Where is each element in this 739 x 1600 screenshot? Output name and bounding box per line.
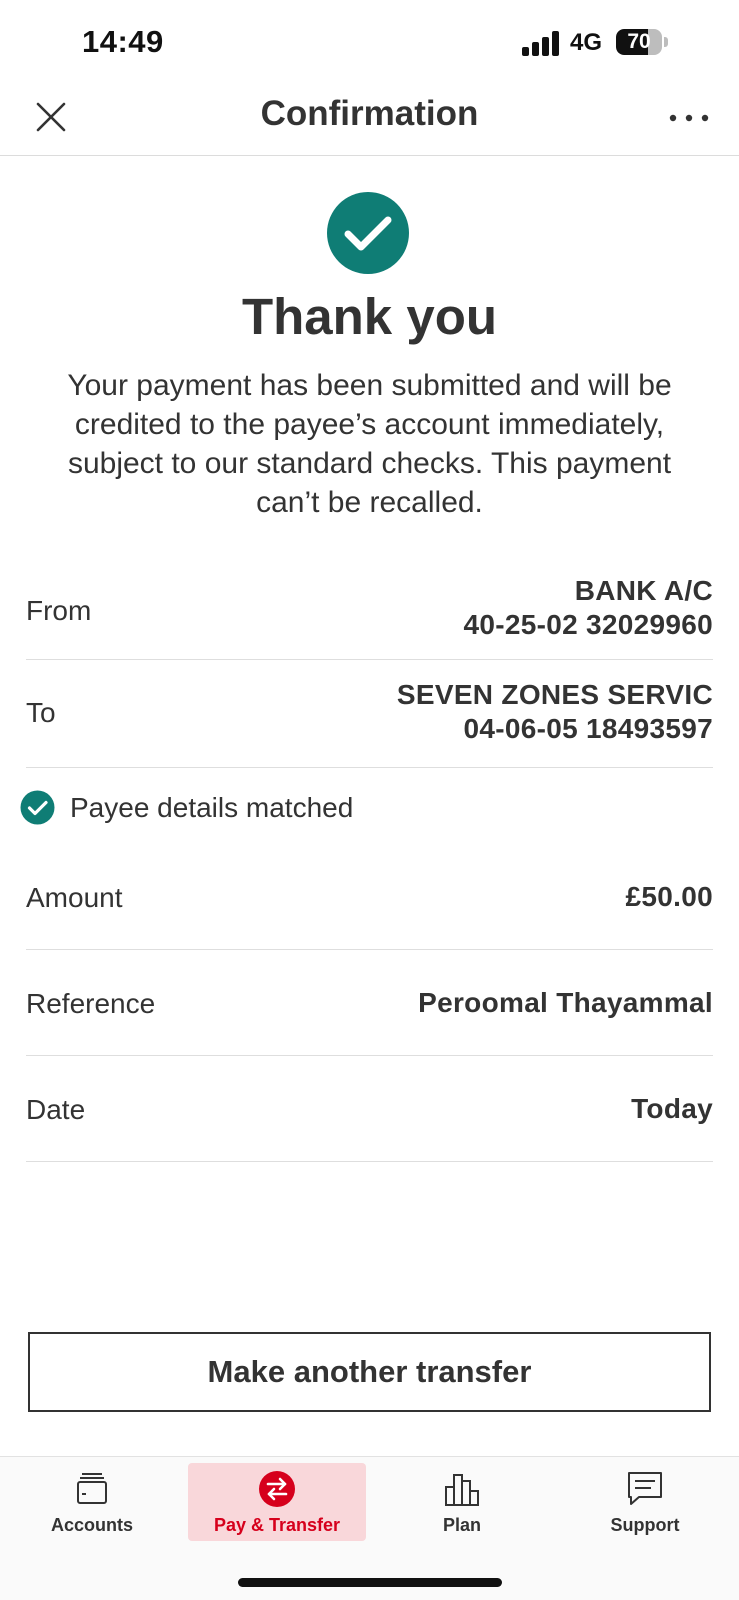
nav-support[interactable]: Support [556,1463,734,1541]
nav-accounts-label: Accounts [50,1515,133,1535]
chat-icon [628,1472,662,1505]
amount-row: Amount £50.00 [26,848,713,950]
from-account-number: 40-25-02 32029960 [463,609,713,640]
transfer-icon [259,1471,295,1507]
date-label: Date [26,1094,86,1125]
nav-pay-transfer-label: Pay & Transfer [213,1515,341,1535]
from-account-name: BANK A/C [574,575,713,606]
wallet-icon [77,1473,107,1504]
make-another-transfer-button[interactable]: Make another transfer [28,1332,711,1412]
battery-icon: 70 [616,29,662,55]
more-options-button[interactable] [664,100,714,136]
to-payee-name: SEVEN ZONES SERVIC [396,679,713,710]
thank-you-heading: Thank you [241,288,498,345]
from-label: From [26,595,92,626]
date-row: Date Today [26,1056,713,1162]
network-type: 4G [570,29,603,56]
to-account-number: 04-06-05 18493597 [463,713,713,744]
reference-label: Reference [26,988,156,1019]
status-bar: 14:49 4G 70 [0,0,739,88]
amount-value: £50.00 [625,881,713,912]
battery-tip [664,37,668,47]
to-value: SEVEN ZONES SERVIC 04-06-05 18493597 [397,678,713,746]
page-title: Confirmation [260,94,479,133]
to-label: To [26,697,56,728]
payee-match-text: Payee details matched [70,792,354,823]
confirmation-message: Your payment has been submitted and will… [67,369,672,519]
battery-level: 70 [627,30,651,53]
home-indicator [238,1578,502,1587]
status-time: 14:49 [82,24,164,59]
more-icon [669,114,709,122]
signal-icon [522,30,562,56]
check-circle-icon [327,192,409,274]
check-circle-icon [20,790,55,825]
from-value: BANK A/C 40-25-02 32029960 [463,574,713,642]
nav-plan[interactable]: Plan [373,1463,551,1541]
bar-chart-icon [445,1474,479,1506]
from-row: From BANK A/C 40-25-02 32029960 [26,562,713,660]
amount-label: Amount [26,882,123,913]
nav-plan-label: Plan [442,1515,481,1535]
to-row: To SEVEN ZONES SERVIC 04-06-05 18493597 [26,660,713,768]
reference-value: Peroomal Thayammal [418,987,713,1018]
nav-accounts[interactable]: Accounts [3,1463,181,1541]
date-value: Today [631,1093,713,1124]
reference-row: Reference Peroomal Thayammal [26,950,713,1056]
nav-support-label: Support [610,1515,680,1535]
header: Confirmation [0,78,739,156]
nav-pay-transfer[interactable]: Pay & Transfer [188,1463,366,1541]
